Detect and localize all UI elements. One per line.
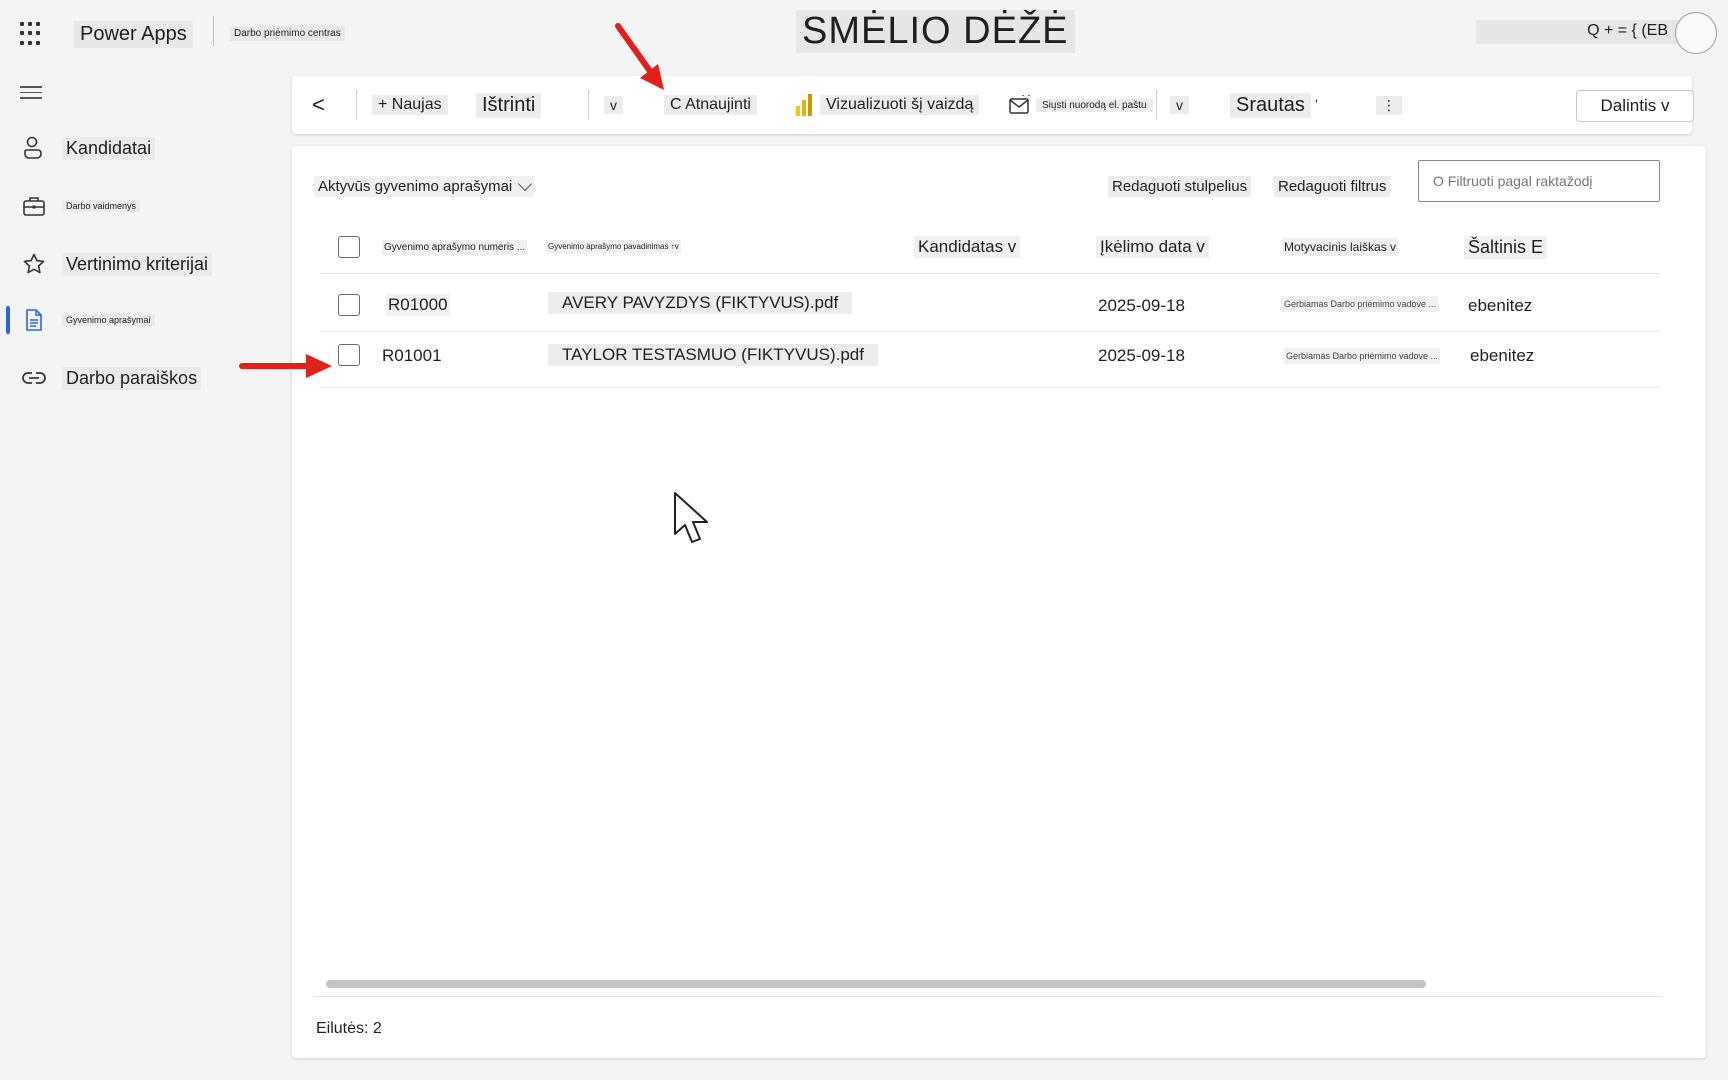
email-icon <box>1008 95 1032 115</box>
sidebar-item-label: Darbo vaidmenys <box>62 200 141 212</box>
delete-button[interactable]: Ištrinti <box>476 76 542 134</box>
select-all-checkbox[interactable] <box>338 236 360 258</box>
flow-marker: ʼ <box>1314 97 1319 113</box>
toolbar-divider <box>1156 90 1157 120</box>
footer-divider <box>314 996 1660 997</box>
column-header-candidate[interactable]: Kandidatas v <box>914 236 1021 258</box>
arrow-annotation-icon <box>615 23 664 90</box>
sidebar-item-label: Gyvenimo aprašymai <box>62 314 155 326</box>
view-selector[interactable]: Aktyvūs gyvenimo aprašymai <box>314 176 535 197</box>
briefcase-icon <box>22 194 46 218</box>
header-divider <box>213 16 214 46</box>
avatar[interactable] <box>1675 12 1717 54</box>
flow-button[interactable]: Srautas ʼ <box>1230 76 1318 134</box>
upload-date: 2025-09-18 <box>1098 296 1185 315</box>
edit-columns-button[interactable]: Redaguoti stulpelius <box>1108 176 1252 197</box>
row-checkbox[interactable] <box>338 344 360 366</box>
column-header-resume-name[interactable]: Gyvenimo aprašymo pavadinimas ↑v <box>546 240 681 253</box>
column-header-cover-letter[interactable]: Motyvacinis laiškas v <box>1282 238 1399 256</box>
active-indicator <box>6 306 10 334</box>
star-icon <box>22 252 46 276</box>
arrow-annotation-icon <box>239 354 332 378</box>
visualize-view-button[interactable]: Vizualizuoti šį vaizdą <box>796 76 980 134</box>
toolbar-divider <box>356 90 357 120</box>
sidebar-item-label: Vertinimo kriterijai <box>62 252 213 276</box>
email-link-button[interactable]: Siųsti nuorodą el. paštu <box>1008 76 1153 134</box>
new-button[interactable]: + Naujas <box>372 76 448 134</box>
column-header-resume-number[interactable]: Gyvenimo aprašymo numeris ... <box>382 240 528 255</box>
sidebar-item-job-roles[interactable]: Darbo vaidmenys <box>0 184 270 228</box>
document-icon <box>22 308 46 332</box>
source: ebenitez <box>1468 296 1533 315</box>
chevron-down-icon <box>518 176 533 191</box>
environment-name[interactable]: Darbo priėmimo centras <box>230 26 345 41</box>
app-launcher-icon[interactable] <box>20 22 44 46</box>
table-row[interactable]: R01001 TAYLOR TESTASMUO (FIKTYVUS).pdf 2… <box>320 332 1660 388</box>
cover-letter: Gerbiamas Darbo priėmimo vadove ... <box>1284 348 1441 364</box>
power-bi-icon <box>796 94 812 116</box>
upload-date: 2025-09-18 <box>1098 346 1185 365</box>
scrollbar-thumb[interactable] <box>326 980 1426 988</box>
sidebar-item-label: Kandidatai <box>62 136 156 160</box>
row-checkbox[interactable] <box>338 294 360 316</box>
resume-name-link[interactable]: TAYLOR TESTASMUO (FIKTYVUS).pdf <box>548 344 878 366</box>
sidebar-item-job-applications[interactable]: Darbo paraiškos <box>0 356 270 400</box>
keyword-filter-input[interactable] <box>1418 160 1660 202</box>
sidebar-item-resumes[interactable]: Gyvenimo aprašymai <box>0 298 270 342</box>
column-header-source[interactable]: Šaltinis E <box>1464 236 1548 259</box>
resume-name-link[interactable]: AVERY PAVYZDYS (FIKTYVUS).pdf <box>548 292 853 314</box>
command-bar: < + Naujas Ištrinti v C Atnaujinti Vizua… <box>292 76 1694 134</box>
app-name[interactable]: Power Apps <box>74 21 193 48</box>
person-icon <box>22 136 46 160</box>
header-actions[interactable]: Q + = { (EB <box>1476 20 1680 44</box>
resume-number: R01000 <box>386 294 450 316</box>
sidebar-item-candidates[interactable]: Kandidatai <box>0 126 270 170</box>
top-bar: Power Apps Darbo priėmimo centras SMĖLIO… <box>0 0 1728 68</box>
overflow-button[interactable]: ⋮ <box>1376 76 1402 134</box>
back-button[interactable]: < <box>312 76 325 134</box>
refresh-button[interactable]: C Atnaujinti <box>664 76 757 134</box>
row-count: Eilutės: 2 <box>316 1020 382 1037</box>
column-header-upload-date[interactable]: Įkėlimo data v <box>1096 236 1209 258</box>
toolbar-divider <box>588 90 589 120</box>
table-row[interactable]: R01000 AVERY PAVYZDYS (FIKTYVUS).pdf 202… <box>320 276 1660 332</box>
edit-filters-button[interactable]: Redaguoti filtrus <box>1274 176 1391 197</box>
more-options-button[interactable]: v <box>1170 76 1189 134</box>
sidebar-item-label: Darbo paraiškos <box>62 366 202 390</box>
resume-number: R01001 <box>382 346 442 365</box>
environment-title: SMĖLIO DĖŽĖ <box>796 10 1075 53</box>
sidebar-item-evaluation-criteria[interactable]: Vertinimo kriterijai <box>0 242 270 286</box>
link-icon <box>22 366 46 390</box>
main-panel: Aktyvūs gyvenimo aprašymai Redaguoti stu… <box>292 146 1706 1058</box>
menu-icon[interactable] <box>20 86 42 100</box>
horizontal-scrollbar[interactable] <box>326 980 1666 990</box>
share-button[interactable]: Dalintis v <box>1576 90 1694 122</box>
grid-header: Gyvenimo aprašymo numeris ... Gyvenimo a… <box>320 220 1660 274</box>
cursor-icon <box>674 492 708 543</box>
cover-letter: Gerbiamas Darbo priėmimo vadove ... <box>1282 296 1439 312</box>
source: ebenitez <box>1470 346 1535 365</box>
